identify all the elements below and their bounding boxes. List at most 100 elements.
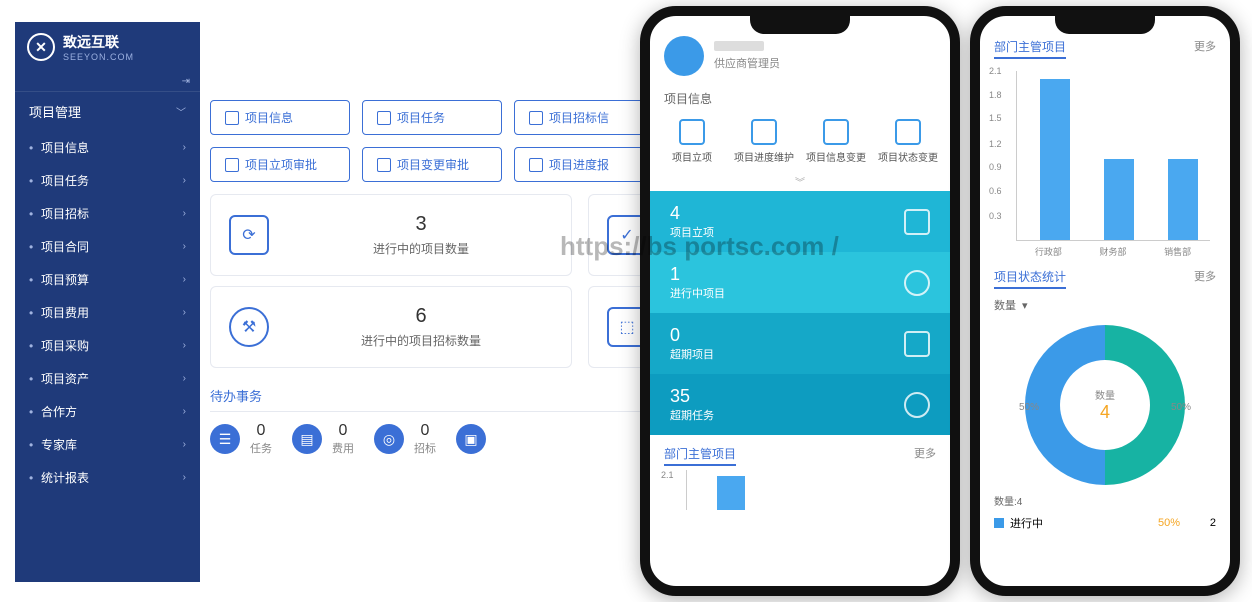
chevron-down-icon: ﹀ [176,104,186,119]
tab-project-bid[interactable]: 项目招标信 [514,100,654,135]
edit-icon [751,119,777,145]
doc-icon [377,158,391,172]
doc-refresh-icon: ⟳ [229,215,269,255]
mobile-preview-1: 供应商管理员 项目信息 项目立项 项目进度维护 项目信息变更 项目状态变更 ︾ … [640,6,960,596]
tile-overdue-project[interactable]: 0超期项目 [650,313,950,374]
todo-item[interactable]: ▤0费用 [292,422,354,456]
legend-title: 数量:4 [994,493,1216,508]
mobile-section-title: 项目信息 [650,86,950,111]
init-icon [679,119,705,145]
icon-item[interactable]: 项目进度维护 [732,119,796,164]
mobile-section-link: 部门主管项目 更多 [650,435,950,470]
chevron-right-icon: › [183,175,186,186]
doc-icon [377,111,391,125]
legend-item: 进行中 50% 2 [994,512,1216,534]
task-icon: ☰ [210,424,240,454]
tile-overdue-task[interactable]: 35超期任务 [650,374,950,435]
logo: ✕ 致远互联 SEEYON.COM [15,22,200,72]
icon-item[interactable]: 项目状态变更 [876,119,940,164]
bar-1 [1040,79,1070,240]
cost-icon: ▤ [292,424,322,454]
clock-icon [904,392,930,418]
chevron-right-icon: › [183,406,186,417]
user-role: 供应商管理员 [714,55,780,71]
nav-item[interactable]: 项目任务› [15,164,200,197]
doc-icon [904,209,930,235]
stat-card[interactable]: ⚒ 6进行中的项目招标数量 [210,286,572,368]
search-icon [904,331,930,357]
nav-item[interactable]: 专家库› [15,428,200,461]
mobile-preview-2: 部门主管项目 更多 2.1 1.8 1.5 1.2 0.9 0.6 0.3 行政… [970,6,1240,596]
nav-list: 项目信息› 项目任务› 项目招标› 项目合同› 项目预算› 项目费用› 项目采购… [15,131,200,494]
phone-notch [750,16,850,34]
status-change-icon [895,119,921,145]
todo-item[interactable]: ◎0招标 [374,422,436,456]
stat-card[interactable]: ⟳ 3进行中的项目数量 [210,194,572,276]
avatar[interactable] [664,36,704,76]
bar-3 [1168,159,1198,240]
doc-icon [529,158,543,172]
bar-chart: 2.1 1.8 1.5 1.2 0.9 0.6 0.3 [1016,71,1210,241]
nav-item[interactable]: 项目采购› [15,329,200,362]
chevron-right-icon: › [183,307,186,318]
icon-item[interactable]: 项目信息变更 [804,119,868,164]
username-placeholder [714,41,764,51]
mobile-icon-row: 项目立项 项目进度维护 项目信息变更 项目状态变更 [650,111,950,172]
tab-progress[interactable]: 项目进度报 [514,147,654,182]
chevron-right-icon: › [183,241,186,252]
chevron-right-icon: › [183,142,186,153]
nav-item[interactable]: 项目招标› [15,197,200,230]
bar-2 [1104,159,1134,240]
hammer-icon: ⚒ [229,307,269,347]
donut-center: 数量 4 [1060,360,1150,450]
logo-sub: SEEYON.COM [63,52,134,62]
nav-section-title[interactable]: 项目管理 ﹀ [15,92,200,131]
more-link[interactable]: 更多 [914,445,936,466]
nav-item[interactable]: 项目信息› [15,131,200,164]
nav-item[interactable]: 项目合同› [15,230,200,263]
logo-name: 致远互联 [63,32,134,52]
nav-item[interactable]: 项目预算› [15,263,200,296]
icon-item[interactable]: 项目立项 [660,119,724,164]
bid-icon: ◎ [374,424,404,454]
nav-item[interactable]: 合作方› [15,395,200,428]
expand-icon[interactable]: ︾ [650,172,950,191]
chevron-right-icon: › [183,208,186,219]
tab-change-approval[interactable]: 项目变更审批 [362,147,502,182]
mobile-section-link: 项目状态统计 更多 [980,258,1230,293]
pct-label-right: 50% [1171,402,1191,413]
pct-label-left: 50% [1019,402,1039,413]
donut-chart: 数量 4 50% 50% [1025,325,1185,485]
phone-notch [1055,16,1155,34]
tab-approval[interactable]: 项目立项审批 [210,147,350,182]
section-title[interactable]: 部门主管项目 [994,38,1066,59]
more-link[interactable]: 更多 [1194,268,1216,289]
todo-item[interactable]: ☰0任务 [210,422,272,456]
logo-icon: ✕ [27,33,55,61]
nav-item[interactable]: 项目资产› [15,362,200,395]
section-title[interactable]: 项目状态统计 [994,268,1066,289]
doc-icon [225,111,239,125]
legend: 数量:4 进行中 50% 2 [980,493,1230,534]
doc-icon [529,111,543,125]
more-icon: ▣ [456,424,486,454]
x-axis-labels: 行政部 财务部 销售部 [1016,245,1210,258]
swatch-icon [994,518,1004,528]
nav-item[interactable]: 统计报表› [15,461,200,494]
chevron-right-icon: › [183,340,186,351]
collapse-toggle[interactable]: ⇥ [15,72,200,92]
todo-item[interactable]: ▣ [456,422,496,456]
tab-project-info[interactable]: 项目信息 [210,100,350,135]
doc-icon [225,158,239,172]
more-link[interactable]: 更多 [1194,38,1216,59]
tile-init[interactable]: 4项目立项 [650,191,950,252]
chevron-right-icon: › [183,439,186,450]
tab-project-task[interactable]: 项目任务 [362,100,502,135]
nav-item[interactable]: 项目费用› [15,296,200,329]
selector[interactable]: 数量▾ [980,293,1230,317]
chevron-right-icon: › [183,472,186,483]
refresh-icon [904,270,930,296]
section-title[interactable]: 部门主管项目 [664,445,736,466]
tile-inprogress[interactable]: 1进行中项目 [650,252,950,313]
chevron-right-icon: › [183,373,186,384]
